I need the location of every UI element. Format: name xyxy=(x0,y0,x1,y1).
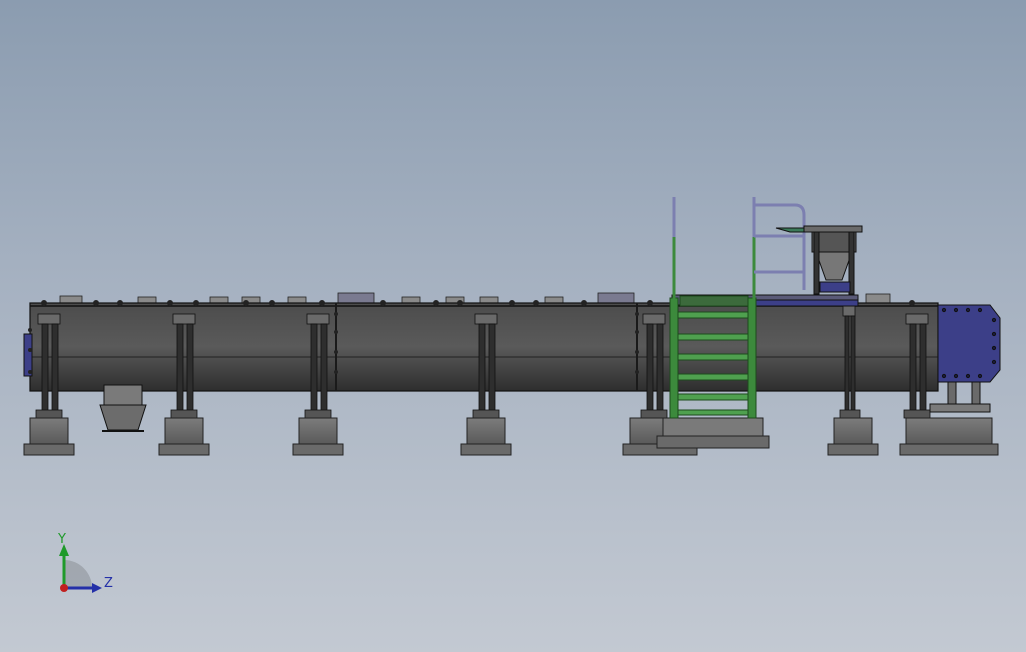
z-axis-label: Z xyxy=(104,576,113,591)
base-block xyxy=(158,417,210,456)
access-stairs[interactable] xyxy=(669,295,757,419)
stair-landing xyxy=(656,417,770,449)
handrails xyxy=(672,197,806,300)
base-blocks xyxy=(23,417,999,456)
conveyor-model[interactable]: Y Z xyxy=(0,0,1026,652)
graphics-viewport[interactable]: Y Z xyxy=(0,0,1026,652)
origin-icon xyxy=(60,584,68,592)
base-block xyxy=(460,417,512,456)
base-block xyxy=(292,417,344,456)
y-axis-label: Y xyxy=(57,532,66,547)
left-end-cap xyxy=(23,333,33,377)
base-block xyxy=(827,417,879,456)
drive-unit[interactable] xyxy=(929,304,1001,413)
z-arrow-icon xyxy=(92,583,102,593)
base-block xyxy=(23,417,75,456)
base-block xyxy=(899,417,999,456)
discharge-hopper xyxy=(99,384,147,432)
coordinate-triad: Y Z xyxy=(57,532,113,593)
